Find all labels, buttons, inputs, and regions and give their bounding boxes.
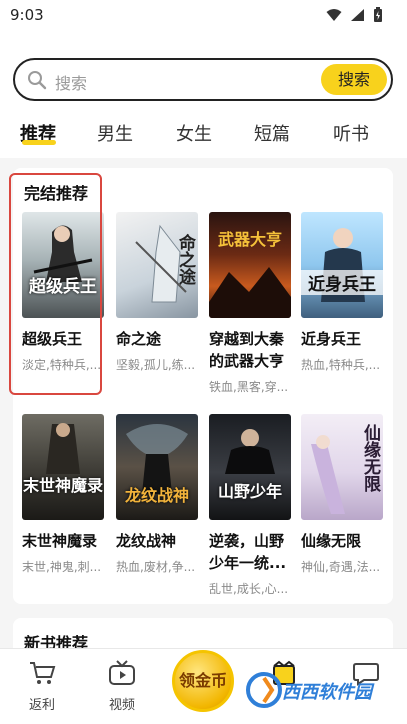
book-title: 近身兵王: [301, 330, 362, 348]
tab-female[interactable]: 女生: [176, 120, 212, 146]
book-title: 逆袭，山野少年一统...: [209, 532, 287, 572]
status-time: 9:03: [10, 6, 44, 24]
site-watermark: 西西软件园: [244, 668, 394, 714]
coin-reward-button[interactable]: 领金币: [172, 650, 234, 712]
book-title: 命之途: [116, 330, 162, 348]
status-icons: [326, 7, 383, 23]
cover-title: 近身兵王: [301, 270, 383, 295]
nav-video[interactable]: 视频: [92, 660, 152, 713]
wifi-icon: [326, 9, 342, 21]
book-cover: 武器大亨: [209, 212, 291, 318]
tv-icon: [109, 660, 135, 685]
tab-audiobook[interactable]: 听书: [333, 120, 369, 146]
book-tags: 神仙,奇遇,法...: [301, 560, 381, 574]
nav-label: 视频: [108, 698, 135, 713]
cover-title: 武器大亨: [217, 230, 282, 249]
book-cover: 仙缘无限: [301, 414, 383, 520]
book-cover: 龙纹战神: [116, 414, 198, 520]
battery-icon: [374, 7, 382, 22]
search-placeholder: 搜索: [55, 74, 88, 93]
tab-short[interactable]: 短篇: [254, 120, 290, 146]
book-item[interactable]: 龙纹战神 龙纹战神 热血,废材,争...: [116, 414, 198, 575]
book-item[interactable]: 仙缘无限 仙缘无限 神仙,奇遇,法...: [301, 414, 383, 575]
book-tags: 乱世,成长,心...: [209, 582, 289, 596]
book-tags: 铁血,黑客,穿...: [209, 380, 289, 394]
book-title: 末世神魔录: [22, 532, 98, 550]
tab-male[interactable]: 男生: [97, 120, 133, 146]
book-title: 龙纹战神: [116, 532, 177, 550]
book-tags: 热血,废材,争...: [116, 560, 196, 574]
book-item[interactable]: 末世神魔录 末世神魔录 末世,神鬼,刺...: [22, 414, 104, 575]
cover-title: 山野少年: [217, 482, 282, 501]
book-title: 仙缘无限: [301, 532, 362, 550]
watermark-logo-icon: [246, 672, 282, 708]
book-cover: 命之途: [116, 212, 198, 318]
search-input[interactable]: 搜索 搜索: [13, 58, 393, 101]
nav-label: 返利: [28, 698, 55, 713]
status-bar: 9:03: [0, 0, 407, 30]
signal-icon: [351, 9, 364, 21]
watermark-text: 西西软件园: [282, 682, 372, 703]
book-cover: 近身兵王: [301, 212, 383, 318]
book-cover: 末世神魔录: [22, 414, 104, 520]
coin-icon-label: 领金币: [178, 671, 227, 690]
search-button[interactable]: 搜索: [321, 64, 387, 95]
cover-title: 末世神魔录: [22, 476, 103, 495]
book-tags: 末世,神鬼,刺...: [22, 560, 102, 574]
book-item[interactable]: 山野少年 逆袭，山野少年一统... 乱世,成长,心...: [209, 414, 291, 597]
search-icon: [28, 71, 47, 90]
cover-title: 龙纹战神: [124, 486, 189, 505]
category-tabs: 推荐 男生 女生 短篇 听书: [0, 116, 407, 152]
book-item[interactable]: 武器大亨 穿越到大秦的武器大亨 铁血,黑客,穿...: [209, 212, 291, 395]
highlight-box: [9, 173, 102, 395]
book-cover: 山野少年: [209, 414, 291, 520]
book-title: 穿越到大秦的武器大亨: [209, 330, 285, 370]
book-item[interactable]: 近身兵王 近身兵王 热血,特种兵,...: [301, 212, 383, 373]
book-item[interactable]: 命之途 命之途 坚毅,孤儿,练...: [116, 212, 198, 373]
active-tab-indicator: [22, 140, 56, 145]
book-tags: 坚毅,孤儿,练...: [116, 358, 196, 372]
cover-title: 命之途: [175, 234, 195, 285]
cover-title: 仙缘无限: [360, 424, 380, 492]
cart-icon: [30, 662, 56, 684]
book-tags: 热血,特种兵,...: [301, 358, 381, 372]
nav-rebate[interactable]: 返利: [12, 660, 72, 713]
